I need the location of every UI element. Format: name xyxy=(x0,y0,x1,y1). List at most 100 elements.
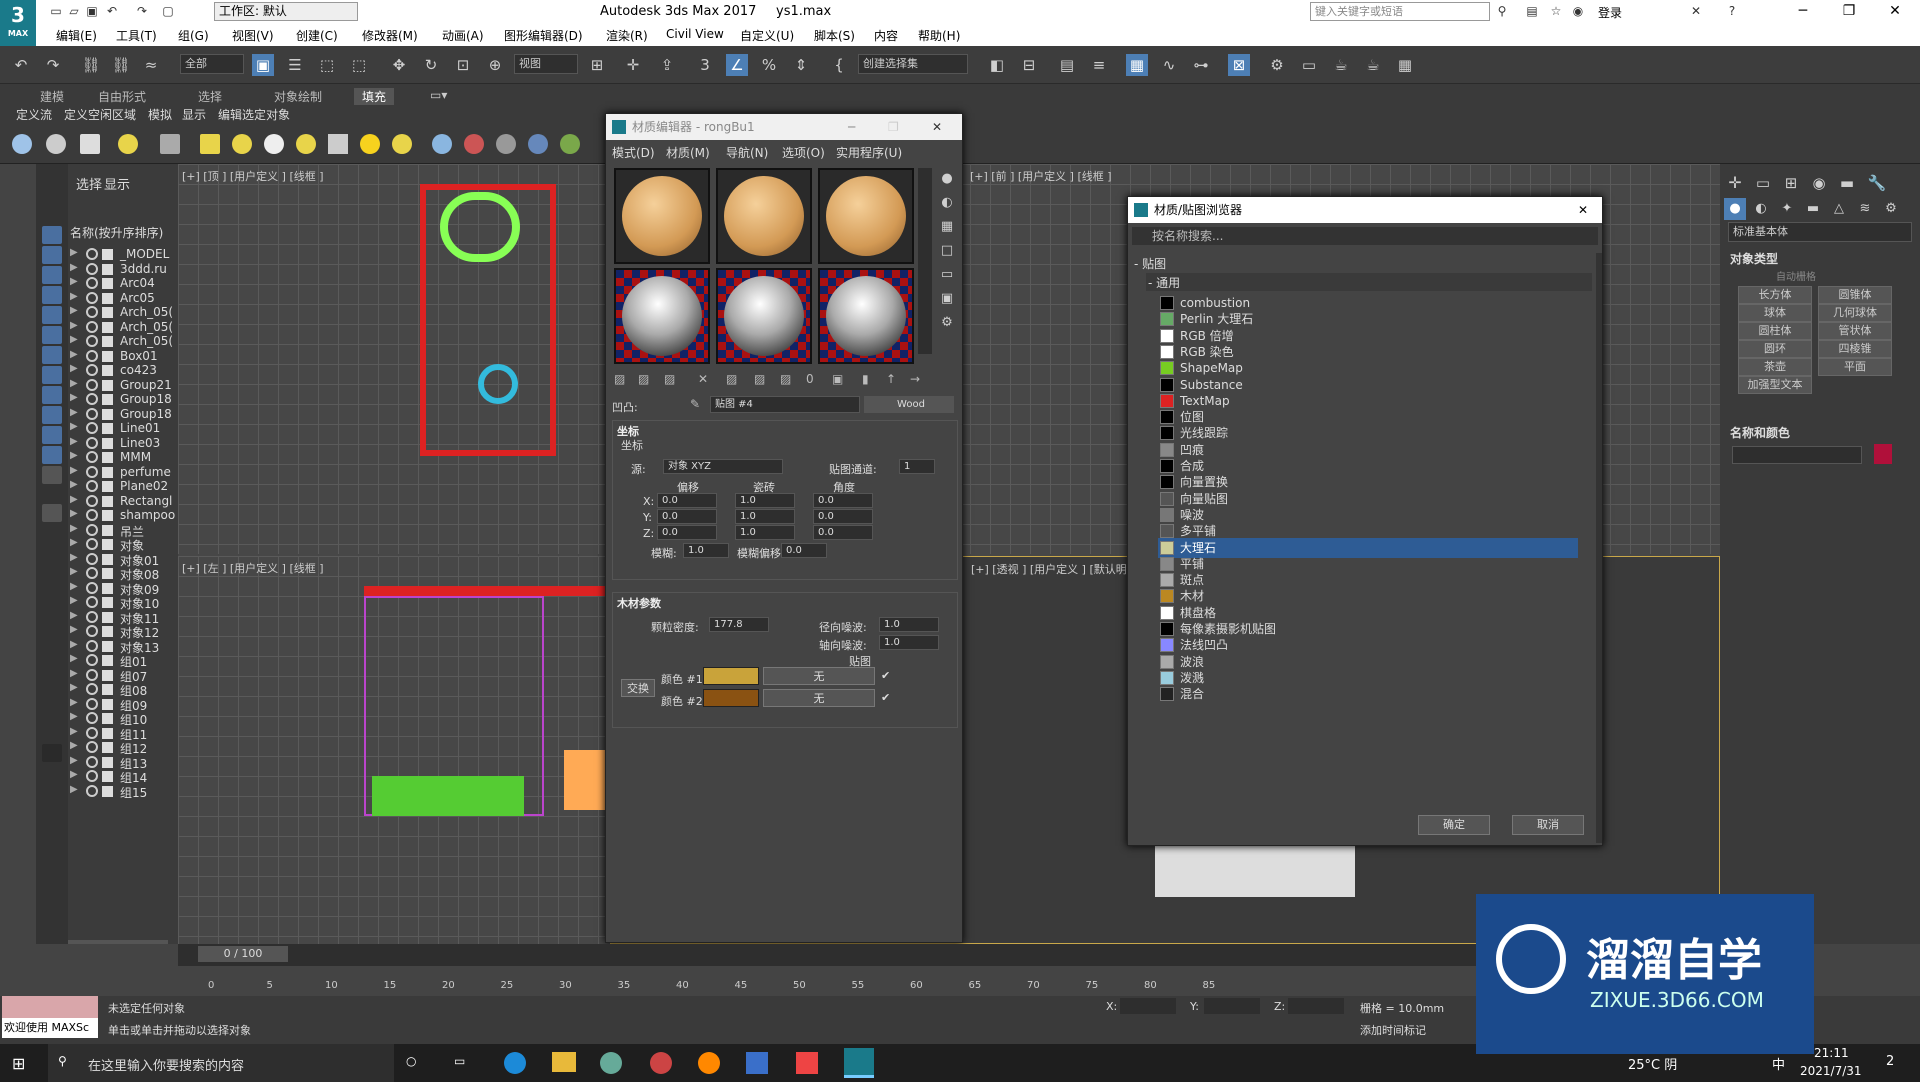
visibility-eye-icon[interactable] xyxy=(86,291,98,304)
menu-customize[interactable]: 自定义(U) xyxy=(740,27,794,44)
visibility-eye-icon[interactable] xyxy=(86,697,98,710)
object-type-button[interactable]: 长方体 xyxy=(1738,286,1812,304)
explorer-icon[interactable] xyxy=(552,1052,576,1072)
visibility-eye-icon[interactable] xyxy=(86,639,98,652)
image-icon[interactable] xyxy=(80,134,100,154)
render-production-icon[interactable]: ☕ xyxy=(1330,54,1352,76)
geometry-icon[interactable]: ● xyxy=(1724,198,1746,220)
visibility-eye-icon[interactable] xyxy=(86,523,98,536)
expand-arrow-icon[interactable]: ▶ xyxy=(70,363,78,374)
visibility-eye-icon[interactable] xyxy=(86,755,98,768)
video-color-icon[interactable]: ▭ xyxy=(936,264,958,286)
me-menu-utilities[interactable]: 实用程序(U) xyxy=(836,144,902,161)
close-icon[interactable]: ✕ xyxy=(1872,0,1918,24)
window-crossing-icon[interactable]: ⬚ xyxy=(348,54,370,76)
expand-arrow-icon[interactable]: ▶ xyxy=(70,639,78,650)
me-menu-material[interactable]: 材质(M) xyxy=(666,144,710,161)
open-icon[interactable]: ▱ xyxy=(66,3,82,19)
cone-icon[interactable] xyxy=(328,134,348,154)
menu-create[interactable]: 创建(C) xyxy=(296,27,338,44)
material-slot-3[interactable] xyxy=(818,168,914,264)
taskbar-search[interactable]: ⚲ 在这里输入你要搜索的内容 xyxy=(48,1044,394,1082)
select-by-name-icon[interactable]: ☰ xyxy=(284,54,306,76)
display-lights-icon[interactable] xyxy=(42,266,62,284)
angle-z[interactable]: 0.0 xyxy=(813,525,873,540)
visibility-eye-icon[interactable] xyxy=(86,480,98,492)
ribbon-define-idle-areas[interactable]: 定义空闲区域 xyxy=(64,106,136,123)
offset-z[interactable]: 0.0 xyxy=(657,525,717,540)
menu-render[interactable]: 渲染(R) xyxy=(606,27,648,44)
app-icon-1[interactable] xyxy=(600,1052,622,1074)
layer-explorer-icon[interactable]: ▤ xyxy=(1056,54,1078,76)
ad-icon[interactable]: ▤ xyxy=(1524,3,1540,19)
login-link[interactable]: 登录 xyxy=(1598,4,1622,21)
curve-editor-icon[interactable]: ∿ xyxy=(1158,54,1180,76)
edit-named-sel-icon[interactable]: { xyxy=(828,54,850,76)
visibility-eye-icon[interactable] xyxy=(86,494,98,507)
tiling-x[interactable]: 1.0 xyxy=(735,493,795,508)
show-end-icon[interactable]: ▮ xyxy=(862,372,869,386)
place-icon[interactable]: ⊕ xyxy=(484,54,506,76)
rendered-frame-icon[interactable]: ▭ xyxy=(1298,54,1320,76)
teapot-prim-icon[interactable] xyxy=(296,134,316,154)
visibility-eye-icon[interactable] xyxy=(86,465,98,478)
visibility-eye-icon[interactable] xyxy=(86,509,98,521)
maxscript-welcome[interactable]: 欢迎使用 MAXSc xyxy=(2,1018,98,1038)
visibility-eye-icon[interactable] xyxy=(86,654,98,666)
utilities-icon[interactable]: 🔧 xyxy=(1866,172,1888,194)
viewport-front-label[interactable]: [+] [前 ] [用户定义 ] [线框 ] xyxy=(970,168,1112,184)
object-type-button[interactable]: 几何球体 xyxy=(1818,304,1892,322)
lights-icon[interactable]: ✦ xyxy=(1776,198,1798,220)
visibility-eye-icon[interactable] xyxy=(86,320,98,333)
notepad-icon[interactable] xyxy=(746,1052,768,1074)
helpers-icon[interactable]: △ xyxy=(1828,198,1850,220)
cameras-icon[interactable]: ▬ xyxy=(1802,198,1824,220)
ime-indicator[interactable]: 中 xyxy=(1772,1054,1785,1073)
scene-scrollbar[interactable] xyxy=(68,940,168,944)
spacewarps-icon[interactable]: ≋ xyxy=(1854,198,1876,220)
background-icon[interactable]: ▦ xyxy=(936,216,958,238)
camera-icon[interactable] xyxy=(160,134,180,154)
wood-params-title[interactable]: 木材参数 xyxy=(617,595,661,611)
ribbon-tab-populate[interactable]: 填充 xyxy=(354,88,395,105)
minimize-icon[interactable]: ─ xyxy=(1780,0,1826,24)
expand-icon[interactable] xyxy=(42,744,62,762)
expand-arrow-icon[interactable]: ▶ xyxy=(70,320,78,331)
color1-swatch[interactable] xyxy=(703,667,759,685)
visibility-eye-icon[interactable] xyxy=(86,538,98,550)
expand-arrow-icon[interactable]: ▶ xyxy=(70,334,78,345)
display-containers-icon[interactable] xyxy=(42,406,62,424)
visibility-eye-icon[interactable] xyxy=(86,784,98,797)
search-input[interactable]: 键入关键字或短语 xyxy=(1310,2,1490,21)
ribbon-display[interactable]: 显示 xyxy=(182,106,206,123)
x-field[interactable] xyxy=(1120,998,1176,1014)
map-name-field[interactable]: 贴图 #4 xyxy=(710,396,860,413)
backlight-icon[interactable]: ◐ xyxy=(936,192,958,214)
get-material-icon[interactable]: ▨ xyxy=(614,372,625,386)
expand-arrow-icon[interactable]: ▶ xyxy=(70,566,78,577)
bind-spacewarp-icon[interactable]: ≈ xyxy=(140,54,162,76)
unlink-icon[interactable]: ⛓ xyxy=(110,54,132,76)
display-shapes-icon[interactable] xyxy=(42,246,62,264)
new-icon[interactable]: ▭ xyxy=(48,3,64,19)
close-icon[interactable]: ✕ xyxy=(1578,197,1588,223)
color2-map-button[interactable]: 无 xyxy=(763,689,875,707)
display-spacewarps-icon[interactable] xyxy=(42,326,62,344)
visibility-eye-icon[interactable] xyxy=(86,610,98,623)
scale-icon[interactable]: ⊡ xyxy=(452,54,474,76)
slot-scrollbar[interactable] xyxy=(918,168,932,354)
ribbon-options-icon[interactable]: ▭▾ xyxy=(430,88,447,102)
sun-icon[interactable] xyxy=(360,134,380,154)
tiling-y[interactable]: 1.0 xyxy=(735,509,795,524)
hierarchy-icon[interactable]: ⊞ xyxy=(1780,172,1802,194)
help-icon[interactable]: ? xyxy=(1724,3,1740,19)
close-icon[interactable]: ✕ xyxy=(932,114,942,140)
workspace-select[interactable]: 工作区: 默认 xyxy=(214,2,358,21)
expand-arrow-icon[interactable]: ▶ xyxy=(70,726,78,737)
ribbon-tab-freeform[interactable]: 自由形式 xyxy=(98,88,146,105)
browser-search-input[interactable]: 按名称搜索... xyxy=(1132,227,1598,245)
uv-tiling-icon[interactable]: □ xyxy=(936,240,958,262)
render-iterative-icon[interactable]: ☕ xyxy=(1362,54,1384,76)
task-view-icon[interactable]: ▭ xyxy=(454,1054,465,1068)
material-slot-4[interactable] xyxy=(614,268,710,364)
